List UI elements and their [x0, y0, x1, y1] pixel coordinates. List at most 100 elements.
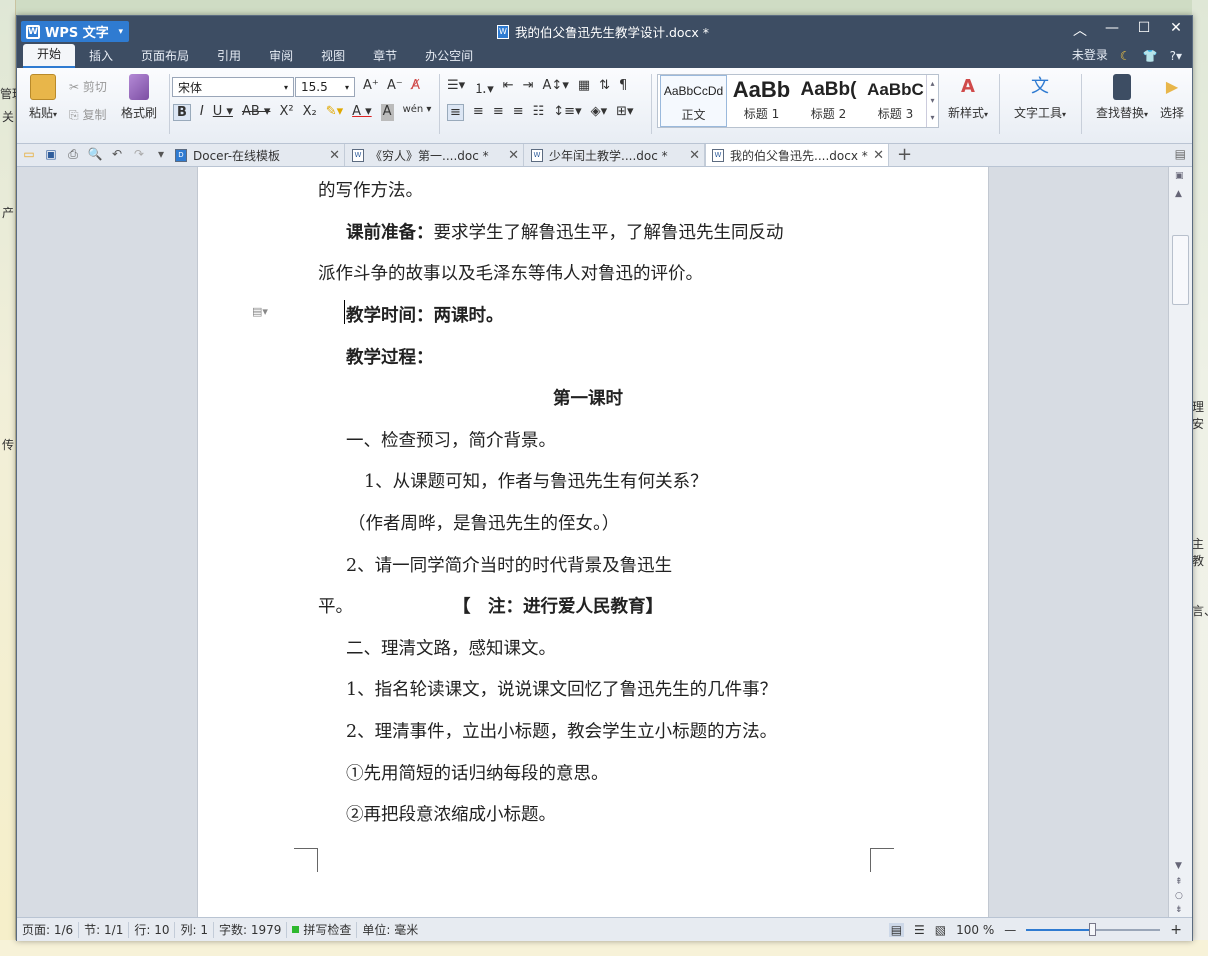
clear-format-icon[interactable]: A̸ [411, 78, 420, 93]
status-page[interactable]: 页面: 1/6 [17, 921, 80, 938]
undo-icon[interactable]: ↶ [109, 147, 125, 162]
superscript-button[interactable]: X² [279, 104, 293, 121]
close-button[interactable]: ✕ [1168, 20, 1184, 40]
cut-button[interactable]: ✂ 剪切 [69, 78, 107, 95]
strikethrough-button[interactable]: AB ▾ [242, 104, 270, 121]
minimize-button[interactable]: — [1104, 20, 1120, 40]
new-style-button[interactable]: A 新样式▾ [941, 74, 995, 121]
sort-icon[interactable]: ⇅ [599, 78, 610, 97]
text-direction-icon[interactable]: A↕▾ [543, 78, 569, 97]
format-painter-button[interactable]: 格式刷 [117, 74, 161, 121]
save-icon[interactable]: ▣ [43, 147, 59, 162]
zoom-out-icon[interactable]: — [1004, 923, 1016, 937]
tab-references[interactable]: 引用 [203, 44, 255, 68]
document-page[interactable]: ▤▾ 的写作方法。 课前准备：要求学生了解鲁迅生平，了解鲁迅先生同反动 派作斗争… [197, 167, 989, 917]
grow-font-icon[interactable]: A⁺ [363, 78, 379, 93]
bold-button[interactable]: B [173, 104, 191, 121]
font-size-select[interactable]: 15.5 ▾ [295, 77, 355, 97]
zoom-level[interactable]: 100 % [956, 923, 994, 937]
close-tab-icon[interactable]: ✕ [508, 148, 519, 163]
paragraph-layout-icon[interactable]: ▤▾ [252, 305, 268, 318]
decrease-indent-icon[interactable]: ⇤ [503, 78, 514, 97]
scroll-up-arrow[interactable]: ▲ [1175, 189, 1182, 199]
doc-tab-qiongren[interactable]: W 《穷人》第一....doc * ✕ [346, 144, 524, 166]
show-marks-icon[interactable]: ¶ [619, 78, 627, 97]
tab-insert[interactable]: 插入 [75, 44, 127, 68]
copy-button[interactable]: ⎘ 复制 [69, 106, 106, 123]
justify-icon[interactable]: ≡ [513, 104, 524, 121]
app-menu-button[interactable]: W WPS 文字 ▾ [21, 21, 129, 42]
close-tab-icon[interactable]: ✕ [329, 148, 340, 163]
select-button[interactable]: ▶ 选择 [1159, 74, 1185, 121]
bullet-list-icon[interactable]: ☰▾ [447, 78, 465, 97]
tab-chapter[interactable]: 章节 [359, 44, 411, 68]
new-tab-button[interactable]: + [897, 144, 912, 165]
print-icon[interactable]: ⎙ [65, 147, 81, 162]
prev-page-icon[interactable]: ⇞ [1175, 877, 1183, 887]
tab-list-icon[interactable]: ▤ [1175, 147, 1186, 161]
align-left-icon[interactable]: ≡ [447, 104, 464, 121]
help-icon[interactable]: ?▾ [1170, 49, 1182, 63]
tab-review[interactable]: 审阅 [255, 44, 307, 68]
login-link[interactable]: 未登录 [1072, 46, 1108, 63]
doc-tab-shaonian[interactable]: W 少年闰土教学....doc * ✕ [525, 144, 705, 166]
distribute-icon[interactable]: ☷ [533, 104, 545, 121]
scroll-down-arrow[interactable]: ▼ [1175, 861, 1182, 871]
char-shading-icon[interactable]: A [380, 104, 394, 121]
shrink-font-icon[interactable]: A⁻ [387, 78, 403, 93]
subscript-button[interactable]: X₂ [303, 104, 317, 121]
scroll-ruler-icon[interactable]: ▣ [1175, 171, 1184, 181]
text-tools-button[interactable]: 文 文字工具▾ [1007, 74, 1073, 121]
tab-office-space[interactable]: 办公空间 [411, 44, 487, 68]
browse-object-icon[interactable]: ○ [1175, 891, 1183, 901]
close-tab-icon[interactable]: ✕ [873, 148, 884, 163]
highlight-icon[interactable]: ✎▾ [326, 104, 343, 121]
tab-view[interactable]: 视图 [307, 44, 359, 68]
numbered-list-icon[interactable]: ⒈▾ [474, 78, 494, 97]
italic-button[interactable]: I [200, 104, 204, 121]
redo-icon[interactable]: ↷ [131, 147, 147, 162]
increase-indent-icon[interactable]: ⇥ [523, 78, 534, 97]
doc-tab-luxun[interactable]: W 我的伯父鲁迅先....docx * ✕ [705, 144, 889, 166]
paste-button[interactable]: 粘贴▾ [23, 74, 63, 121]
tab-home[interactable]: 开始 [23, 44, 76, 68]
customize-dropdown-icon[interactable]: ▾ [153, 147, 169, 162]
underline-button[interactable]: U ▾ [213, 104, 233, 121]
table-icon[interactable]: ▦ [578, 78, 590, 97]
next-page-icon[interactable]: ⇟ [1175, 905, 1183, 915]
skin-icon[interactable]: ☾ [1120, 49, 1131, 63]
ribbon-collapse-icon[interactable]: ︿ [1072, 20, 1088, 40]
open-folder-icon[interactable]: ▭ [21, 147, 37, 162]
maximize-button[interactable]: ☐ [1136, 20, 1152, 40]
font-name-select[interactable]: 宋体 ▾ [172, 77, 294, 97]
style-heading-1[interactable]: AaBb 标题 1 [728, 75, 795, 127]
align-center-icon[interactable]: ≡ [473, 104, 484, 121]
status-word-count[interactable]: 字数: 1979 [214, 921, 288, 938]
vertical-scrollbar[interactable]: ▣ ▲ ▼ ⇞ ○ ⇟ [1168, 167, 1192, 917]
spell-check-toggle[interactable]: 拼写检查 [287, 921, 358, 938]
page-view-icon[interactable]: ▤ [888, 922, 905, 937]
close-tab-icon[interactable]: ✕ [689, 148, 700, 163]
find-replace-button[interactable]: 查找替换▾ [1089, 74, 1155, 121]
zoom-in-icon[interactable]: + [1170, 922, 1182, 938]
style-gallery-scroll[interactable]: ▴ ▾ ▾ [926, 75, 938, 127]
border-icon[interactable]: ⊞▾ [616, 104, 633, 121]
align-right-icon[interactable]: ≡ [493, 104, 504, 121]
shading-icon[interactable]: ◈▾ [591, 104, 608, 121]
web-view-icon[interactable]: ▧ [935, 923, 946, 937]
outline-view-icon[interactable]: ☰ [914, 923, 925, 937]
doc-tab-docer[interactable]: D Docer-在线模板 ✕ [169, 144, 345, 166]
style-heading-3[interactable]: AaBbC 标题 3 [862, 75, 929, 127]
shirt-icon[interactable]: 👕 [1143, 49, 1158, 63]
zoom-slider-knob[interactable] [1089, 922, 1097, 936]
zoom-slider[interactable] [1026, 922, 1161, 936]
print-preview-icon[interactable]: 🔍 [87, 147, 103, 162]
scrollbar-thumb[interactable] [1172, 235, 1189, 305]
line-spacing-icon[interactable]: ↕≡▾ [553, 104, 581, 121]
status-unit[interactable]: 单位: 毫米 [357, 922, 423, 938]
font-color-icon[interactable]: A ▾ [352, 104, 372, 121]
phonetic-guide-icon[interactable]: wén ▾ [403, 104, 432, 121]
style-normal[interactable]: AaBbCcDd 正文 [660, 75, 727, 127]
tab-page-layout[interactable]: 页面布局 [127, 44, 203, 68]
style-heading-2[interactable]: AaBb( 标题 2 [795, 75, 862, 127]
